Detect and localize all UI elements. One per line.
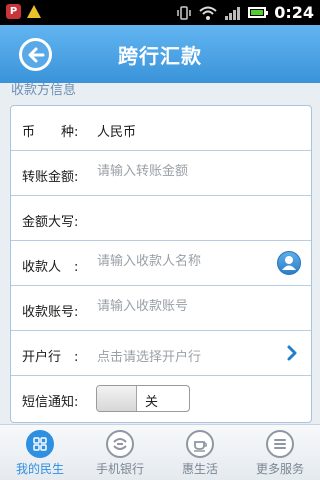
- status-right: 0:24: [177, 3, 314, 22]
- account-label: 收款账号:: [22, 305, 79, 320]
- payee-row: 收款人 :: [11, 241, 311, 286]
- bank-label: 开户行 :: [22, 350, 79, 365]
- account-input[interactable]: [97, 299, 277, 314]
- amount-input[interactable]: [97, 164, 277, 179]
- cup-icon: [186, 430, 214, 458]
- toggle-knob[interactable]: [97, 386, 137, 411]
- nav-label: 更多服务: [255, 462, 304, 476]
- signal-icon: [225, 6, 241, 20]
- wifi-icon: [199, 6, 217, 20]
- status-bar: P 0:24: [0, 0, 320, 25]
- bank-logo-icon: [106, 430, 134, 458]
- currency-row: 币 种: 人民币: [11, 106, 311, 151]
- nav-label: 手机银行: [95, 462, 144, 476]
- nav-more-services[interactable]: 更多服务: [240, 425, 320, 480]
- payee-form: 币 种: 人民币 转账金额: 金额大写: 收款人 : 收款账号: 开户行 : 点…: [10, 105, 312, 423]
- account-row: 收款账号:: [11, 286, 311, 331]
- chevron-right-icon[interactable]: [285, 344, 299, 362]
- bank-select-placeholder[interactable]: 点击请选择开户行: [97, 346, 201, 365]
- app-notification-icon: P: [6, 4, 21, 19]
- title-bar: 跨行汇款: [0, 25, 320, 83]
- currency-value: 人民币: [97, 125, 137, 140]
- nav-mobile-bank[interactable]: 手机银行: [80, 425, 160, 480]
- sms-label: 短信通知:: [22, 395, 79, 410]
- menu-icon: [266, 430, 294, 458]
- contact-picker-icon[interactable]: [277, 251, 301, 275]
- nav-hui-life[interactable]: 惠生活: [160, 425, 240, 480]
- nav-my-minsheng[interactable]: 我的民生: [0, 425, 80, 480]
- section-title: 收款方信息: [11, 83, 77, 98]
- payee-name-input[interactable]: [97, 254, 277, 269]
- status-time: 0:24: [274, 3, 314, 22]
- currency-label: 币 种:: [22, 125, 79, 140]
- amount-label: 转账金额:: [22, 170, 79, 185]
- warning-icon: [27, 5, 41, 18]
- status-left: P: [6, 4, 41, 19]
- battery-icon: [248, 7, 269, 18]
- sms-toggle-state: 关: [145, 395, 159, 410]
- nav-label: 我的民生: [15, 462, 64, 476]
- payee-label: 收款人 :: [22, 260, 79, 275]
- page-title: 跨行汇款: [118, 44, 202, 68]
- sms-row: 短信通知: 关: [11, 376, 311, 421]
- amount-uppercase-row: 金额大写:: [11, 196, 311, 241]
- amount-row: 转账金额:: [11, 151, 311, 196]
- bottom-nav: 我的民生 手机银行 惠生活 更多服务: [0, 424, 320, 480]
- grid-icon: [26, 430, 54, 458]
- nav-label: 惠生活: [181, 462, 218, 476]
- bank-row[interactable]: 开户行 : 点击请选择开户行: [11, 331, 311, 376]
- amount-uppercase-label: 金额大写:: [22, 215, 79, 230]
- vibrate-icon: [177, 5, 191, 20]
- sms-toggle[interactable]: 关: [96, 385, 190, 412]
